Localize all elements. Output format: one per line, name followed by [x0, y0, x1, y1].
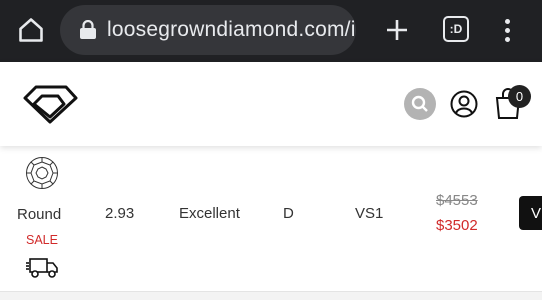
color-cell: D	[283, 205, 294, 222]
view-button[interactable]: V	[519, 196, 542, 230]
home-button[interactable]	[14, 13, 48, 47]
diamond-list-row[interactable]: Round SALE 2.93 Excellent D VS1 $4553 $3…	[0, 146, 542, 292]
cut-cell: Excellent	[179, 205, 240, 222]
carat-cell: 2.93	[105, 205, 135, 222]
menu-dot-icon	[504, 18, 510, 24]
browser-toolbar: loosegrowndiamond.com/i :D	[0, 0, 542, 62]
tab-switcher-button[interactable]: :D	[443, 16, 469, 42]
plus-icon	[387, 20, 407, 40]
sale-badge: SALE	[26, 233, 58, 247]
menu-dot-icon	[504, 27, 510, 33]
account-button[interactable]	[450, 90, 478, 118]
shape-cell: Round	[17, 206, 62, 223]
sale-price: $3502	[436, 217, 478, 234]
url-text: loosegrowndiamond.com/i	[107, 18, 356, 41]
original-price: $4553	[436, 192, 478, 209]
cart-count-badge: 0	[508, 85, 531, 108]
shipping-truck-icon	[26, 258, 58, 278]
site-logo[interactable]	[20, 82, 80, 126]
user-icon	[450, 90, 478, 118]
search-button[interactable]	[404, 88, 436, 120]
lock-icon	[80, 20, 96, 39]
home-icon	[19, 18, 43, 42]
browser-menu-button[interactable]	[495, 13, 519, 47]
menu-dot-icon	[504, 36, 510, 42]
cart-button[interactable]: 0	[494, 85, 534, 122]
address-bar[interactable]: loosegrowndiamond.com/i	[60, 5, 356, 55]
search-icon	[411, 95, 428, 112]
clarity-cell: VS1	[355, 205, 384, 222]
site-header: 0	[0, 62, 542, 146]
round-diamond-icon	[26, 157, 58, 189]
diamond-logo-icon	[23, 85, 78, 124]
new-tab-button[interactable]	[380, 13, 414, 47]
